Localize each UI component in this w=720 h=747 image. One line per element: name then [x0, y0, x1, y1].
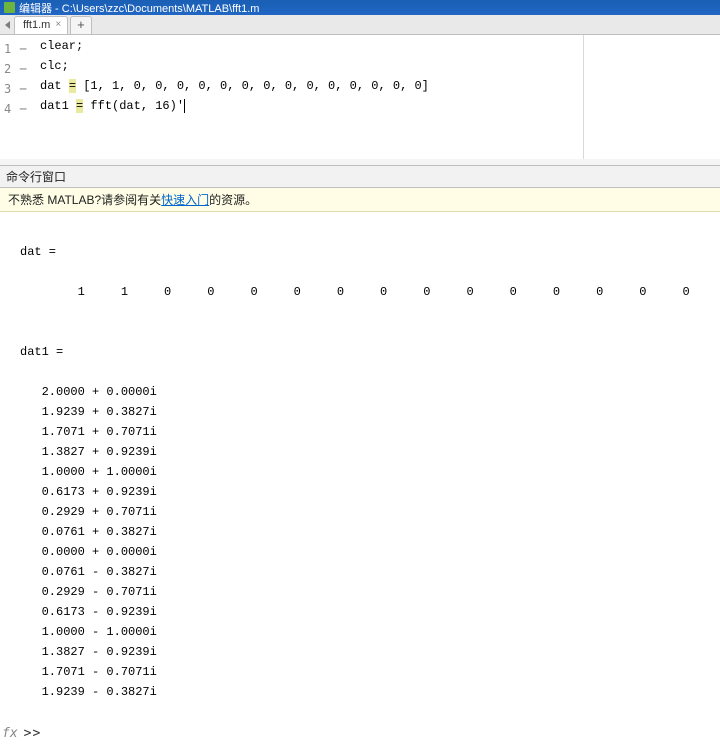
app-icon: [4, 2, 15, 13]
window-titlebar: 编辑器 - C:\Users\zzc\Documents\MATLAB\fft1…: [0, 0, 720, 15]
tab-fft1[interactable]: fft1.m ×: [14, 16, 68, 34]
close-icon[interactable]: ×: [55, 19, 61, 30]
info-prefix: 不熟悉 MATLAB?请参阅有关: [8, 193, 161, 207]
editor-gutter: 1− 2− 3− 4−: [0, 35, 40, 159]
code-line: clc;: [40, 59, 720, 79]
editor-margin-line: [583, 35, 584, 159]
code-line: clear;: [40, 39, 720, 59]
prompt-symbol: >>: [24, 726, 42, 741]
command-window-title: 命令行窗口: [6, 170, 66, 184]
fx-icon[interactable]: fx: [2, 726, 18, 741]
code-line: dat = [1, 1, 0, 0, 0, 0, 0, 0, 0, 0, 0, …: [40, 79, 720, 99]
editor-code-area[interactable]: clear; clc; dat = [1, 1, 0, 0, 0, 0, 0, …: [40, 35, 720, 159]
code-line: dat1 = fft(dat, 16)': [40, 99, 720, 119]
tab-add-button[interactable]: +: [70, 16, 92, 34]
command-window-header: 命令行窗口: [0, 165, 720, 188]
window-title: 编辑器 - C:\Users\zzc\Documents\MATLAB\fft1…: [19, 0, 259, 16]
fold-dash-icon: −: [19, 83, 27, 96]
tab-label: fft1.m: [23, 19, 50, 31]
line-number: 1: [4, 42, 11, 56]
text-cursor: [184, 99, 185, 113]
line-number: 4: [4, 102, 11, 116]
editor-pane[interactable]: 1− 2− 3− 4− clear; clc; dat = [1, 1, 0, …: [0, 35, 720, 165]
line-number: 3: [4, 82, 11, 96]
fold-dash-icon: −: [19, 43, 27, 56]
plus-icon: +: [77, 17, 85, 32]
quickstart-link[interactable]: 快速入门: [161, 193, 209, 207]
fold-dash-icon: −: [19, 63, 27, 76]
fold-dash-icon: −: [19, 103, 27, 116]
editor-tabbar: fft1.m × +: [0, 15, 720, 35]
command-output[interactable]: dat = 1 1 0 0 0 0 0 0 0 0 0 0 0 0 0 0 da…: [0, 212, 720, 724]
info-bar: 不熟悉 MATLAB?请参阅有关快速入门的资源。: [0, 188, 720, 212]
info-suffix: 的资源。: [209, 193, 257, 207]
command-prompt-row[interactable]: fx >>: [0, 724, 720, 747]
line-number: 2: [4, 62, 11, 76]
